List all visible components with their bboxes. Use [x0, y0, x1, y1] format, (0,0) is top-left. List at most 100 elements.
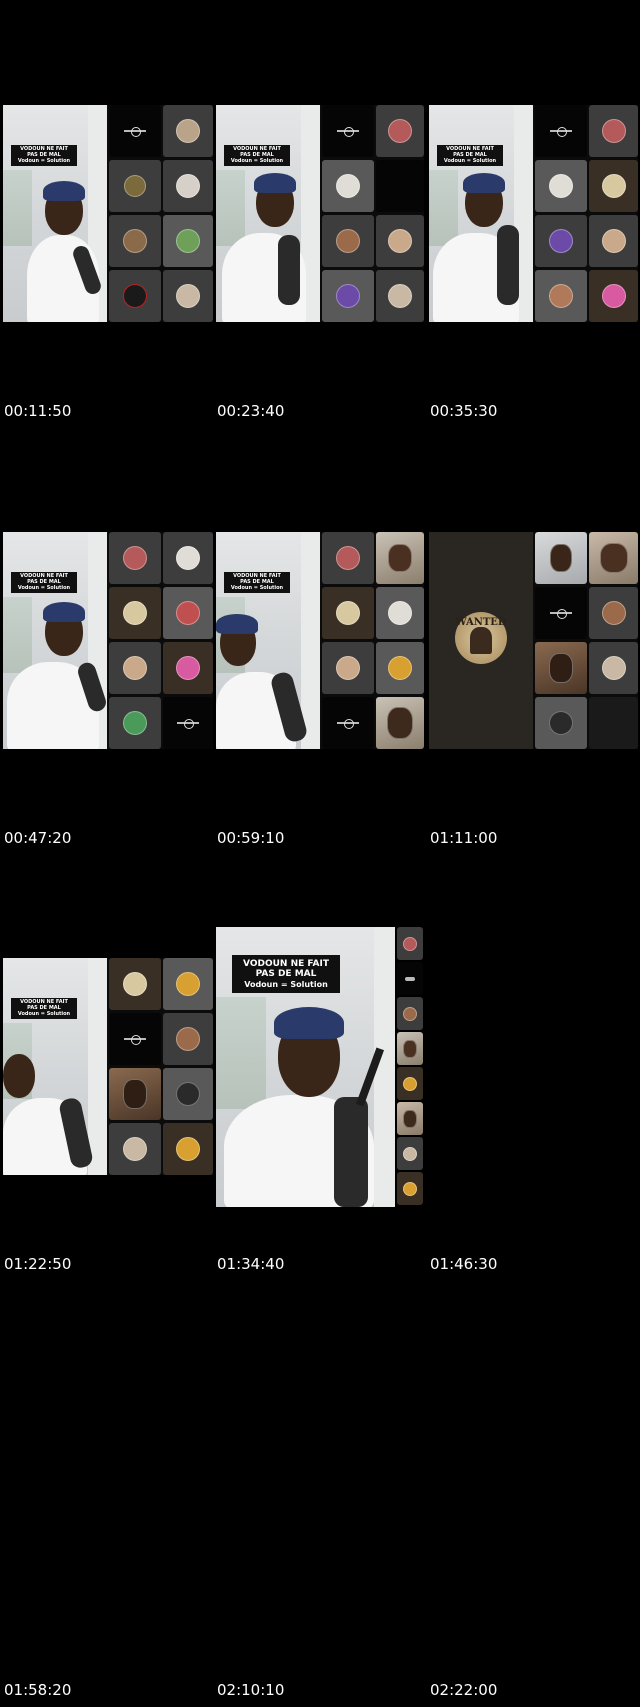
participant-tile[interactable]: [535, 587, 587, 639]
participant-tile[interactable]: [322, 642, 374, 694]
participant-tile[interactable]: [322, 532, 374, 584]
participant-tile[interactable]: [109, 105, 161, 157]
avatar: [601, 284, 626, 308]
thumbnail-frame-2[interactable]: VODOUN NE FAIT PAS DE MAL Vodoun = Solutio…: [216, 105, 424, 322]
participant-tile[interactable]: [376, 642, 424, 694]
participant-tile[interactable]: [376, 160, 424, 212]
participant-tile[interactable]: [376, 697, 424, 749]
participant-tile[interactable]: [535, 215, 587, 267]
participant-tile[interactable]: [535, 642, 587, 694]
thumbnail-frame-7[interactable]: VODOUN NE FAIT PAS DE MAL Vodoun = Solutio…: [3, 958, 213, 1175]
participant-tile[interactable]: [163, 532, 213, 584]
participant-tile[interactable]: [535, 697, 587, 749]
participant-tile[interactable]: [535, 532, 587, 584]
participant-tile[interactable]: [397, 962, 423, 995]
participant-tile[interactable]: [109, 642, 161, 694]
participant-tile[interactable]: [376, 105, 424, 157]
participant-tile[interactable]: [109, 958, 161, 1010]
participant-tile[interactable]: [322, 215, 374, 267]
participant-tile[interactable]: [535, 105, 587, 157]
video-caption: VODOUN NE FAIT PAS DE MAL Vodoun = Solutio…: [11, 572, 77, 594]
participant-tile[interactable]: [109, 1013, 161, 1065]
participant-tile[interactable]: [589, 697, 638, 749]
participant-tile[interactable]: [535, 160, 587, 212]
avatar: [388, 119, 412, 143]
participant-tile[interactable]: [109, 215, 161, 267]
participant-tile[interactable]: [163, 1123, 213, 1175]
participant-tile[interactable]: [109, 1068, 161, 1120]
avatar: [387, 707, 413, 739]
participant-tile[interactable]: [535, 270, 587, 322]
logo-icon: [550, 608, 572, 619]
participant-tile[interactable]: [109, 1123, 161, 1175]
avatar: [549, 711, 573, 735]
avatar: [388, 284, 412, 308]
participant-tile[interactable]: [397, 1102, 423, 1135]
participant-tile[interactable]: [589, 215, 638, 267]
participant-tile[interactable]: [163, 105, 213, 157]
participant-tile[interactable]: [397, 927, 423, 960]
participant-tile[interactable]: [322, 697, 374, 749]
participant-tile[interactable]: [163, 697, 213, 749]
participant-tile[interactable]: [163, 160, 213, 212]
participant-tile[interactable]: [163, 1013, 213, 1065]
avatar: [403, 1109, 417, 1128]
participant-tile[interactable]: [163, 215, 213, 267]
avatar: [176, 229, 200, 253]
thumbnail-frame-5[interactable]: VODOUN NE FAIT PAS DE MAL Vodoun = Solutio…: [216, 532, 424, 749]
avatar: [123, 284, 147, 308]
video-caption: VODOUN NE FAIT PAS DE MAL Vodoun = Solutio…: [11, 145, 77, 167]
participant-tile[interactable]: [109, 160, 161, 212]
participant-tile[interactable]: [163, 642, 213, 694]
participant-tile[interactable]: [397, 1137, 423, 1170]
avatar: [601, 174, 626, 198]
logo-icon: [124, 1034, 146, 1045]
avatar: [388, 229, 412, 253]
participant-tile[interactable]: [397, 1067, 423, 1100]
participant-tile[interactable]: [376, 587, 424, 639]
thumbnail-frame-6[interactable]: WANTED: [429, 532, 638, 749]
logo-icon: [550, 126, 572, 137]
timestamp-label: 00:35:30: [430, 402, 498, 420]
participant-tile[interactable]: [589, 587, 638, 639]
participant-tile[interactable]: [163, 587, 213, 639]
avatar: [403, 936, 417, 951]
participant-tile[interactable]: [397, 997, 423, 1030]
participant-tile[interactable]: [322, 105, 374, 157]
participant-tile[interactable]: [589, 160, 638, 212]
participant-tile[interactable]: [376, 270, 424, 322]
avatar: [403, 1181, 417, 1196]
participant-tile[interactable]: [376, 215, 424, 267]
avatar: [549, 284, 573, 308]
participant-tile[interactable]: [376, 532, 424, 584]
avatar: [388, 656, 412, 680]
timestamp-label: 01:46:30: [430, 1255, 498, 1273]
participant-tile[interactable]: [163, 1068, 213, 1120]
thumbnail-frame-8[interactable]: VODOUN NE FAIT PAS DE MAL Vodoun = Solutio…: [216, 927, 424, 1207]
participant-tile[interactable]: [322, 160, 374, 212]
avatar: [124, 175, 146, 197]
participant-tile[interactable]: [109, 270, 161, 322]
participant-tile[interactable]: [163, 270, 213, 322]
avatar: [176, 1082, 200, 1106]
avatar: [405, 976, 415, 981]
participant-tile[interactable]: [322, 270, 374, 322]
participant-tile[interactable]: [109, 532, 161, 584]
thumbnail-frame-1[interactable]: VODOUN NE FAIT PAS DE MAL Vodoun = Solutio…: [3, 105, 213, 322]
participant-tile[interactable]: [322, 587, 374, 639]
participant-tile[interactable]: [109, 697, 161, 749]
participant-tile[interactable]: [589, 532, 638, 584]
participant-tile[interactable]: [397, 1172, 423, 1205]
participant-tile[interactable]: [109, 587, 161, 639]
thumbnail-frame-4[interactable]: VODOUN NE FAIT PAS DE MAL Vodoun = Solutio…: [3, 532, 213, 749]
main-video: WANTED: [429, 532, 533, 749]
thumbnail-frame-3[interactable]: VODOUN NE FAIT PAS DE MAL Vodoun = Solutio…: [429, 105, 638, 322]
avatar: [176, 119, 200, 143]
avatar: [123, 1079, 147, 1109]
participant-tile[interactable]: [589, 270, 638, 322]
participant-tile[interactable]: [163, 958, 213, 1010]
avatar: [123, 1137, 147, 1161]
participant-tile[interactable]: [589, 642, 638, 694]
participant-tile[interactable]: [589, 105, 638, 157]
participant-tile[interactable]: [397, 1032, 423, 1065]
